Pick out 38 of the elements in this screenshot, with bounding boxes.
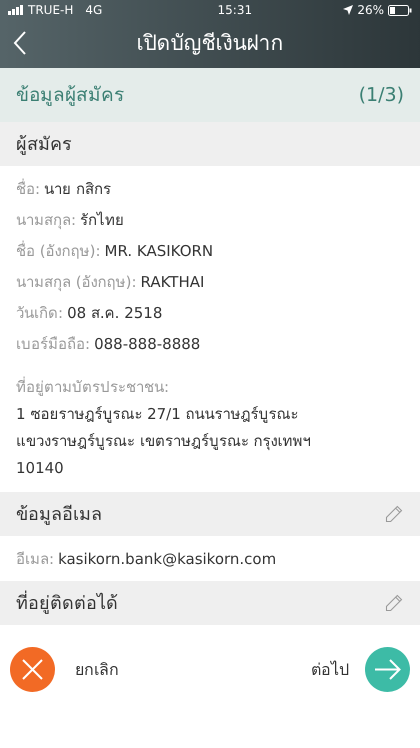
section-title: ที่อยู่ติดต่อได้ bbox=[16, 590, 118, 616]
field-label: อีเมล: bbox=[16, 549, 54, 570]
section-title: ข้อมูลอีเมล bbox=[16, 502, 102, 527]
address-line: 1 ซอยราษฎร์บูรณะ 27/1 ถนนราษฎร์บูรณะ bbox=[16, 404, 300, 425]
field-value: 088-888-8888 bbox=[94, 334, 200, 355]
location-icon bbox=[343, 5, 354, 15]
back-icon bbox=[12, 30, 28, 56]
field-label: ชื่อ: bbox=[16, 178, 40, 200]
edit-icon[interactable] bbox=[384, 504, 404, 524]
field-label: ชื่อ (อังกฤษ): bbox=[16, 240, 101, 262]
field-label: ที่อยู่ตามบัตรประชาชน: bbox=[16, 376, 170, 398]
header-title: เปิดบัญชีเงินฝาก bbox=[136, 30, 284, 58]
next-button[interactable]: ต่อไป bbox=[311, 647, 410, 692]
field-value: RAKTHAI bbox=[140, 272, 204, 293]
address-line: แขวงราษฎร์บูรณะ เขตราษฎร์บูรณะ กรุงเทพฯ bbox=[16, 431, 312, 452]
field-label: วันเกิด: bbox=[16, 303, 64, 324]
step-title: ข้อมูลผู้สมัคร bbox=[16, 82, 124, 108]
field-value: 08 ส.ค. 2518 bbox=[67, 303, 162, 324]
close-icon bbox=[10, 647, 55, 692]
back-button[interactable] bbox=[12, 30, 28, 56]
field-value: รักไทย bbox=[80, 210, 124, 231]
field-value: kasikorn.bank@kasikorn.com bbox=[58, 549, 276, 570]
edit-icon[interactable] bbox=[384, 593, 404, 613]
cancel-button[interactable]: ยกเลิก bbox=[10, 647, 119, 692]
signal-icon bbox=[8, 5, 24, 15]
field-label: เบอร์มือถือ: bbox=[16, 334, 90, 355]
battery-icon bbox=[388, 4, 412, 16]
field-label: นามสกุล (อังกฤษ): bbox=[16, 272, 137, 294]
field-label: นามสกุล: bbox=[16, 210, 76, 232]
carrier-text: TRUE-H bbox=[28, 2, 74, 19]
field-value: MR. KASIKORN bbox=[104, 241, 214, 262]
arrow-right-icon bbox=[365, 647, 410, 692]
network-text: 4G bbox=[85, 2, 102, 19]
section-title: ผู้สมัคร bbox=[16, 132, 72, 157]
address-line: 10140 bbox=[16, 458, 65, 479]
clock-text: 15:31 bbox=[216, 2, 252, 19]
field-value: นาย กสิกร bbox=[44, 179, 111, 200]
battery-text: 26% bbox=[357, 2, 384, 19]
